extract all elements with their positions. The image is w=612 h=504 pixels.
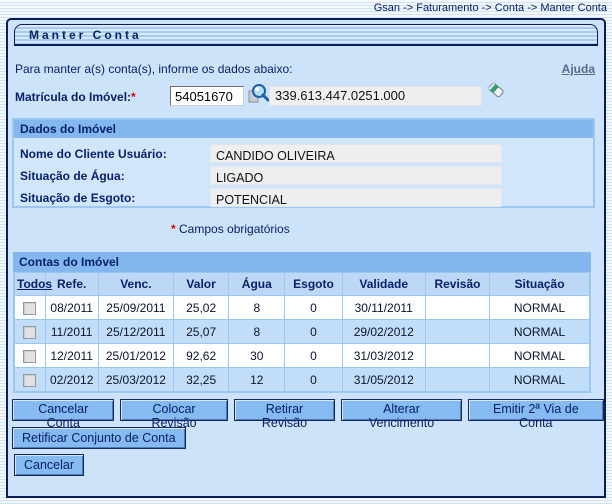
breadcrumb[interactable]: Gsan -> Faturamento -> Conta -> Manter C… xyxy=(374,2,607,14)
situacao-agua-label: Situação de Água: xyxy=(20,166,125,186)
action-buttons-row: Cancelar Conta Colocar Revisão Retirar R… xyxy=(12,399,604,421)
help-link[interactable]: Ajuda xyxy=(562,62,595,76)
situacao-esgoto-label: Situação de Esgoto: xyxy=(20,188,135,208)
contas-imovel-header: Contas do Imóvel xyxy=(13,252,591,272)
contas-table: Todos Refe. Venc. Valor Água Esgoto Vali… xyxy=(13,272,591,393)
row-checkbox[interactable] xyxy=(23,326,36,339)
table-header-row: Todos Refe. Venc. Valor Água Esgoto Vali… xyxy=(14,273,590,296)
inscricao-field: 339.613.447.0251.000 xyxy=(269,86,482,106)
col-situacao: Situação xyxy=(490,273,590,296)
table-row: 11/2011 25/12/2011 25,07 8 0 29/02/2012 … xyxy=(14,320,590,344)
dados-imovel-section: Dados do Imóvel Nome do Cliente Usuário:… xyxy=(12,118,595,208)
window-titlebar: Manter Conta xyxy=(14,24,598,46)
search-button[interactable] xyxy=(247,83,269,105)
situacao-agua-value: LIGADO xyxy=(210,166,502,185)
emitir-2via-button[interactable]: Emitir 2ª Via de Conta xyxy=(468,399,604,421)
col-validade: Validade xyxy=(342,273,425,296)
table-row: 08/2011 25/09/2011 25,02 8 0 30/11/2011 … xyxy=(14,296,590,320)
table-row: 12/2011 25/01/2012 92,62 30 0 31/03/2012… xyxy=(14,344,590,368)
col-revisao: Revisão xyxy=(425,273,489,296)
col-refe: Refe. xyxy=(45,273,98,296)
col-esgoto: Esgoto xyxy=(285,273,342,296)
nome-cliente-value: CANDIDO OLIVEIRA xyxy=(210,144,502,163)
eraser-icon xyxy=(485,79,507,101)
retirar-revisao-button[interactable]: Retirar Revisão xyxy=(234,399,336,421)
col-venc: Venc. xyxy=(98,273,173,296)
clear-button[interactable] xyxy=(485,79,507,101)
required-fields-note: * Campos obrigatórios xyxy=(171,222,290,236)
dados-imovel-header: Dados do Imóvel xyxy=(14,120,593,138)
required-asterisk: * xyxy=(131,90,136,104)
manter-conta-panel: Manter Conta Para manter a(s) conta(s), … xyxy=(6,18,606,498)
secondary-buttons-row: Retificar Conjunto de Conta xyxy=(12,427,186,449)
matricula-input[interactable] xyxy=(170,86,244,106)
row-checkbox[interactable] xyxy=(23,374,36,387)
col-agua: Água xyxy=(229,273,285,296)
situacao-esgoto-value: POTENCIAL xyxy=(210,188,502,207)
cancel-button-row: Cancelar xyxy=(14,454,84,476)
row-checkbox[interactable] xyxy=(23,302,36,315)
magnifier-icon xyxy=(247,83,269,105)
retificar-conjunto-button[interactable]: Retificar Conjunto de Conta xyxy=(12,427,186,449)
alterar-vencimento-button[interactable]: Alterar Vencimento xyxy=(341,399,461,421)
nome-cliente-label: Nome do Cliente Usuário: xyxy=(20,144,167,164)
page-title: Manter Conta xyxy=(15,28,142,42)
row-checkbox[interactable] xyxy=(23,350,36,363)
instruction-text: Para manter a(s) conta(s), informe os da… xyxy=(15,62,292,76)
cancelar-conta-button[interactable]: Cancelar Conta xyxy=(12,399,114,421)
table-row: 02/2012 25/03/2012 32,25 12 0 31/05/2012… xyxy=(14,368,590,393)
select-all-link[interactable]: Todos xyxy=(17,277,52,291)
cancelar-button[interactable]: Cancelar xyxy=(14,454,84,476)
col-valor: Valor xyxy=(174,273,229,296)
colocar-revisao-button[interactable]: Colocar Revisão xyxy=(120,399,227,421)
matricula-label: Matrícula do Imóvel:* xyxy=(15,90,136,104)
contas-imovel-section: Contas do Imóvel Todos Refe. Venc. Valor… xyxy=(13,252,591,393)
